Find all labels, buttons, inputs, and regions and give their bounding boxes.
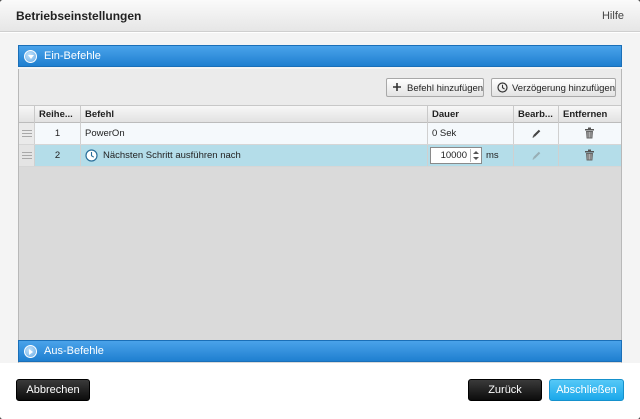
- add-delay-button[interactable]: Verzögerung hinzufügen: [491, 78, 616, 97]
- row-handle-cell: [19, 123, 35, 144]
- add-command-button[interactable]: Befehl hinzufügen: [386, 78, 484, 97]
- trash-icon[interactable]: [584, 127, 595, 142]
- row-command-cell: Nächsten Schritt ausführen nach: [81, 145, 428, 166]
- on-commands-section-header[interactable]: Ein-Befehle: [18, 45, 622, 67]
- delay-duration-input[interactable]: 10000: [430, 147, 482, 164]
- back-button[interactable]: Zurück: [468, 379, 542, 401]
- on-commands-section-label: Ein-Befehle: [44, 50, 101, 62]
- commands-toolbar: Befehl hinzufügen Verzögerung hinzufügen: [19, 69, 621, 105]
- edit-pencil-icon: [531, 150, 542, 164]
- delay-duration-unit: ms: [486, 150, 499, 161]
- add-delay-label: Verzögerung hinzufügen: [512, 83, 615, 94]
- col-command[interactable]: Befehl: [81, 106, 428, 123]
- col-remove[interactable]: Entfernen: [559, 106, 621, 123]
- delay-duration-value: 10000: [440, 150, 467, 161]
- dialog-title: Betriebseinstellungen: [16, 9, 142, 23]
- drag-handle-icon[interactable]: [22, 130, 32, 137]
- finish-button[interactable]: Abschließen: [549, 379, 624, 401]
- help-link[interactable]: Hilfe: [602, 10, 624, 22]
- col-handle: [19, 106, 35, 123]
- row-duration: 0 Sek: [428, 123, 514, 144]
- row-edit-cell: [514, 123, 559, 144]
- edit-pencil-icon[interactable]: [531, 128, 542, 142]
- operation-settings-dialog: Betriebseinstellungen Hilfe Ein-Befehle …: [0, 0, 640, 419]
- cancel-button[interactable]: Abbrechen: [16, 379, 90, 401]
- collapse-icon[interactable]: [24, 50, 37, 63]
- row-edit-cell: [514, 145, 559, 166]
- dialog-body: Ein-Befehle Befehl hinzufügen Verzögerun…: [0, 33, 640, 369]
- col-order[interactable]: Reihe...: [35, 106, 81, 123]
- clock-icon: [85, 149, 98, 165]
- add-command-label: Befehl hinzufügen: [407, 83, 484, 94]
- row-order: 1: [35, 123, 81, 144]
- off-commands-section-header[interactable]: Aus-Befehle: [18, 340, 622, 362]
- row-command: PowerOn: [81, 123, 428, 144]
- table-row[interactable]: 2 Nächsten Schritt ausführen nach 10000 …: [19, 145, 621, 167]
- on-commands-panel: Befehl hinzufügen Verzögerung hinzufügen…: [18, 69, 622, 369]
- dialog-titlebar: Betriebseinstellungen Hilfe: [0, 0, 640, 32]
- row-duration-cell: 10000 ms: [428, 145, 514, 166]
- table-header: Reihe... Befehl Dauer Bearb... Entfernen: [19, 105, 621, 123]
- dialog-footer: Abbrechen Zurück Abschließen: [0, 363, 640, 419]
- off-commands-section-label: Aus-Befehle: [44, 345, 104, 357]
- row-handle-cell: [19, 145, 35, 166]
- table-row[interactable]: 1 PowerOn 0 Sek: [19, 123, 621, 145]
- trash-icon[interactable]: [584, 149, 595, 164]
- col-duration[interactable]: Dauer: [428, 106, 514, 123]
- expand-icon[interactable]: [24, 345, 37, 358]
- row-remove-cell: [559, 123, 621, 144]
- row-remove-cell: [559, 145, 621, 166]
- plus-icon: [392, 82, 402, 95]
- row-command: Nächsten Schritt ausführen nach: [103, 150, 241, 161]
- row-order: 2: [35, 145, 81, 166]
- clock-icon: [497, 82, 508, 96]
- drag-handle-icon[interactable]: [22, 152, 32, 159]
- spinner-arrows-icon[interactable]: [470, 149, 480, 162]
- col-edit[interactable]: Bearb...: [514, 106, 559, 123]
